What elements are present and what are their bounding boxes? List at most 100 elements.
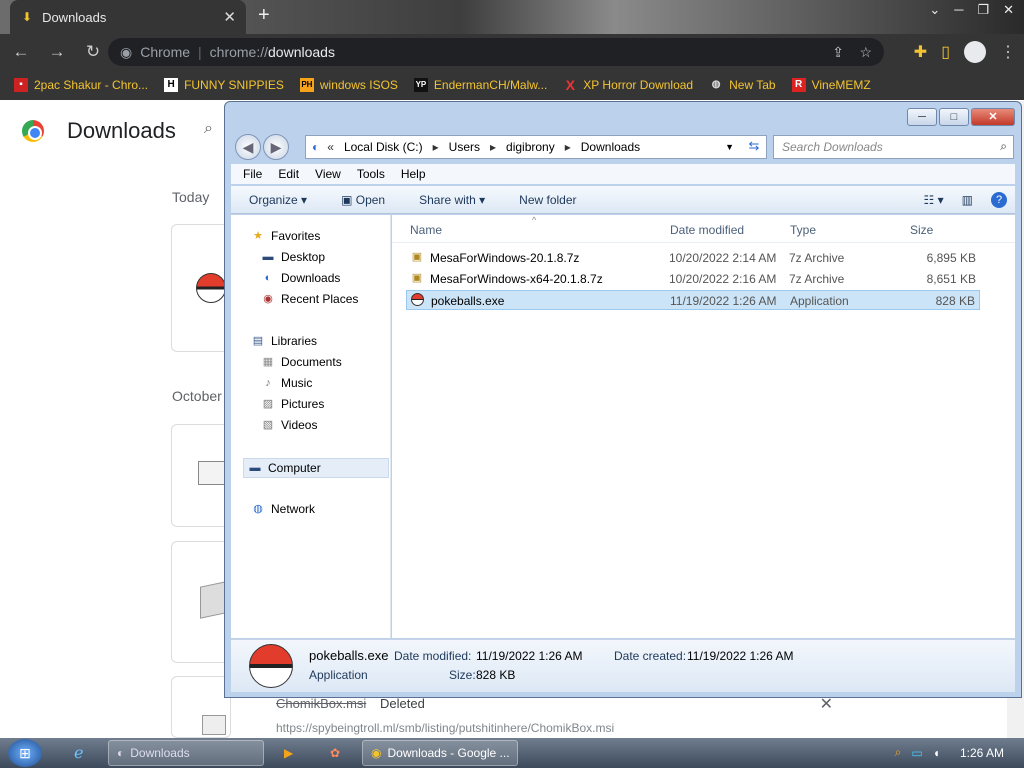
side-panel-icon[interactable]: ▯ — [941, 42, 950, 62]
nav-documents[interactable]: ▦ Documents — [261, 355, 342, 369]
breadcrumb-users[interactable]: Users — [449, 140, 480, 154]
bookmark-vinememz[interactable]: R VineMEMZ — [791, 78, 871, 92]
download-icon: ⬇ — [22, 10, 33, 24]
details-pane: pokeballs.exe Application Date modified:… — [231, 639, 1015, 692]
column-name[interactable]: Name — [410, 223, 442, 237]
download-card[interactable] — [171, 676, 231, 738]
nav-favorites[interactable]: ★ Favorites — [251, 229, 320, 243]
bookmark-windows-isos[interactable]: PH windows ISOS — [299, 78, 398, 92]
breadcrumb-local-disk[interactable]: Local Disk (C:) — [344, 140, 423, 154]
reload-button[interactable]: ↻ — [78, 42, 108, 62]
search-icon[interactable]: ⌕ — [204, 120, 213, 138]
dropdown-arrow-icon[interactable]: ▼ — [725, 142, 734, 152]
screen-icon[interactable]: ▭ — [911, 746, 922, 760]
nav-desktop[interactable]: ▬ Desktop — [261, 250, 326, 264]
file-row[interactable]: ▣ MesaForWindows-20.1.8.7z 10/20/2022 2:… — [406, 248, 980, 268]
taskbar-app[interactable]: ✿ — [322, 740, 350, 766]
download-card[interactable] — [171, 224, 231, 352]
search-input[interactable]: Search Downloads ⌕ — [773, 135, 1014, 159]
new-tab-button[interactable]: + — [258, 4, 270, 27]
share-icon[interactable]: ⇪ — [832, 44, 844, 61]
download-card[interactable] — [171, 424, 231, 527]
open-label: Open — [355, 192, 386, 207]
minimize-button[interactable]: ─ — [954, 2, 963, 18]
nav-downloads[interactable]: ◐ Downloads — [261, 271, 341, 285]
close-tab-icon[interactable]: ✕ — [223, 8, 236, 26]
restore-button[interactable]: ❐ — [977, 2, 989, 18]
column-type[interactable]: Type — [790, 223, 816, 237]
taskbar-chrome-downloads[interactable]: ◉ Downloads - Google ... — [362, 740, 518, 766]
column-size[interactable]: Size — [910, 223, 933, 237]
menu-view[interactable]: View — [315, 167, 341, 181]
clock[interactable]: 1:26 AM — [960, 746, 1004, 760]
file-row-selected[interactable]: pokeballs.exe 11/19/2022 1:26 AM Applica… — [406, 290, 980, 310]
nav-videos[interactable]: ▧ Videos — [261, 418, 318, 432]
chevron-down-icon[interactable]: ⌄ — [929, 2, 940, 18]
share-with-button[interactable]: Share with ▾ — [419, 193, 485, 207]
open-button[interactable]: ▣ Open — [341, 193, 385, 207]
refresh-icon[interactable]: ⇆ — [741, 135, 767, 159]
bookmark-xp-horror[interactable]: X XP Horror Download — [563, 78, 694, 92]
back-button[interactable]: ◀ — [235, 134, 261, 160]
nav-network[interactable]: ◍ Network — [251, 502, 315, 516]
forward-button[interactable]: ▶ — [263, 134, 289, 160]
file-date: 11/19/2022 1:26 AM — [670, 294, 777, 308]
tab-downloads[interactable]: ⬇ Downloads ✕ — [10, 0, 246, 34]
menu-help[interactable]: Help — [401, 167, 426, 181]
size-label: Size: — [449, 668, 476, 682]
close-window-button[interactable]: ✕ — [1003, 2, 1014, 18]
download-card[interactable] — [171, 541, 231, 663]
column-date-modified[interactable]: Date modified — [670, 223, 744, 237]
omnibox[interactable]: ◉ Chrome | chrome:// downloads ⇪ ☆ — [108, 38, 884, 66]
download-url[interactable]: https://spybeingtroll.ml/smb/listing/put… — [276, 721, 614, 735]
back-button[interactable]: ← — [6, 42, 36, 62]
menu-edit[interactable]: Edit — [278, 167, 299, 181]
nav-label: Music — [281, 376, 313, 390]
bookmark-star-icon[interactable]: ☆ — [859, 44, 872, 61]
forward-button[interactable]: → — [42, 42, 72, 62]
r-icon: R — [791, 78, 806, 92]
bookmark-2pac[interactable]: ▪ 2pac Shakur - Chro... — [14, 78, 148, 92]
breadcrumb-digibrony[interactable]: digibrony — [506, 140, 555, 154]
ph-icon: PH — [299, 78, 314, 92]
search-icon[interactable]: ⌕ — [895, 745, 902, 760]
new-folder-button[interactable]: New folder — [519, 193, 576, 207]
search-icon[interactable]: ⌕ — [1000, 139, 1007, 154]
nav-libraries[interactable]: ▤ Libraries — [251, 334, 317, 348]
help-icon[interactable]: ? — [991, 191, 1007, 208]
extensions-icon[interactable]: ✚ — [914, 42, 927, 62]
breadcrumb-downloads[interactable]: Downloads — [581, 140, 640, 154]
menu-tools[interactable]: Tools — [357, 167, 385, 181]
menu-file[interactable]: File — [243, 167, 262, 181]
address-bar[interactable]: ◐ « Local Disk (C:) ▸ Users ▸ digibrony … — [305, 135, 767, 159]
app-icon: ✿ — [330, 746, 341, 760]
organize-button[interactable]: Organize ▾ — [249, 193, 307, 207]
chevron-right-icon[interactable]: ▸ — [433, 140, 439, 154]
maximize-button[interactable]: □ — [939, 108, 969, 126]
bookmark-new-tab[interactable]: ◍ New Tab — [709, 78, 776, 92]
7z-archive-icon: ▣ — [411, 272, 423, 284]
system-tray: ⌕ ▭ ◖ 1:26 AM — [895, 745, 1004, 760]
nav-label: Videos — [281, 418, 318, 432]
volume-icon[interactable]: ◖ — [933, 746, 940, 760]
chevron-right-icon[interactable]: ▸ — [565, 140, 571, 154]
bookmark-funny-snippies[interactable]: H FUNNY SNIPPIES — [164, 78, 284, 92]
open-icon: ▣ — [341, 192, 353, 207]
nav-computer[interactable]: ▬ Computer — [243, 458, 389, 478]
bookmark-endermanch[interactable]: YP EndermanCH/Malw... — [413, 78, 547, 92]
minimize-button[interactable]: ─ — [907, 108, 937, 126]
preview-pane-icon[interactable]: ▥ — [962, 193, 973, 207]
view-options-icon[interactable]: ☷ ▾ — [924, 193, 944, 207]
taskbar-explorer-downloads[interactable]: ◐ Downloads — [108, 740, 264, 766]
nav-music[interactable]: ♪ Music — [261, 376, 312, 390]
menu-kebab-icon[interactable]: ⋮ — [1000, 42, 1016, 62]
chevron-right-icon[interactable]: ▸ — [490, 140, 496, 154]
taskbar-media-player[interactable]: ▶ — [276, 740, 304, 766]
profile-avatar[interactable] — [964, 41, 986, 63]
taskbar-ie[interactable]: ℯ — [66, 740, 102, 766]
nav-recent-places[interactable]: ◉ Recent Places — [261, 292, 358, 306]
close-button[interactable]: ✕ — [971, 108, 1015, 126]
nav-pictures[interactable]: ▨ Pictures — [261, 397, 325, 411]
start-button[interactable]: ⊞ — [8, 739, 42, 767]
file-row[interactable]: ▣ MesaForWindows-x64-20.1.8.7z 10/20/202… — [406, 269, 980, 289]
